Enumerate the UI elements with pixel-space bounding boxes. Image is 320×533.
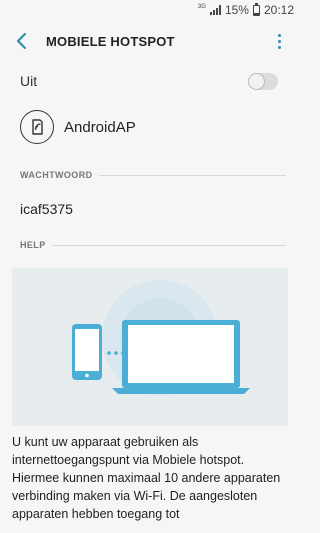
- hotspot-name: AndroidAP: [64, 119, 136, 136]
- page-title: MOBIELE HOTSPOT: [46, 34, 175, 49]
- password-value[interactable]: icaf5375: [20, 201, 73, 217]
- password-section-header: WACHTWOORD: [20, 170, 286, 184]
- toggle-knob: [248, 73, 265, 90]
- toggle-label: Uit: [20, 73, 38, 89]
- help-label: HELP: [20, 240, 52, 250]
- more-vert-icon[interactable]: [274, 30, 284, 52]
- signal-icon: [209, 5, 221, 15]
- hotspot-illustration: [12, 268, 288, 426]
- back-arrow-icon[interactable]: [10, 29, 34, 53]
- hotspot-phone-icon: [20, 110, 54, 144]
- divider: [20, 245, 286, 246]
- hotspot-toggle[interactable]: [248, 73, 278, 90]
- network-type: 3G: [197, 4, 206, 10]
- password-label: WACHTWOORD: [20, 170, 99, 180]
- laptop-illustration-icon: [112, 320, 250, 394]
- status-bar: 3G 15% 20:12: [0, 0, 300, 20]
- clock: 20:12: [263, 3, 294, 17]
- help-section-header: HELP: [20, 240, 286, 254]
- phone-illustration-icon: [72, 324, 102, 380]
- help-description: U kunt uw apparaat gebruiken als interne…: [12, 435, 281, 521]
- hotspot-toggle-row[interactable]: Uit: [20, 70, 286, 94]
- app-bar: MOBIELE HOTSPOT: [0, 20, 300, 62]
- battery-icon: [252, 2, 260, 16]
- hotspot-name-row[interactable]: AndroidAP: [20, 108, 286, 148]
- battery-percent: 15%: [224, 3, 249, 17]
- status-indicators: 3G 15% 20:12: [197, 2, 294, 17]
